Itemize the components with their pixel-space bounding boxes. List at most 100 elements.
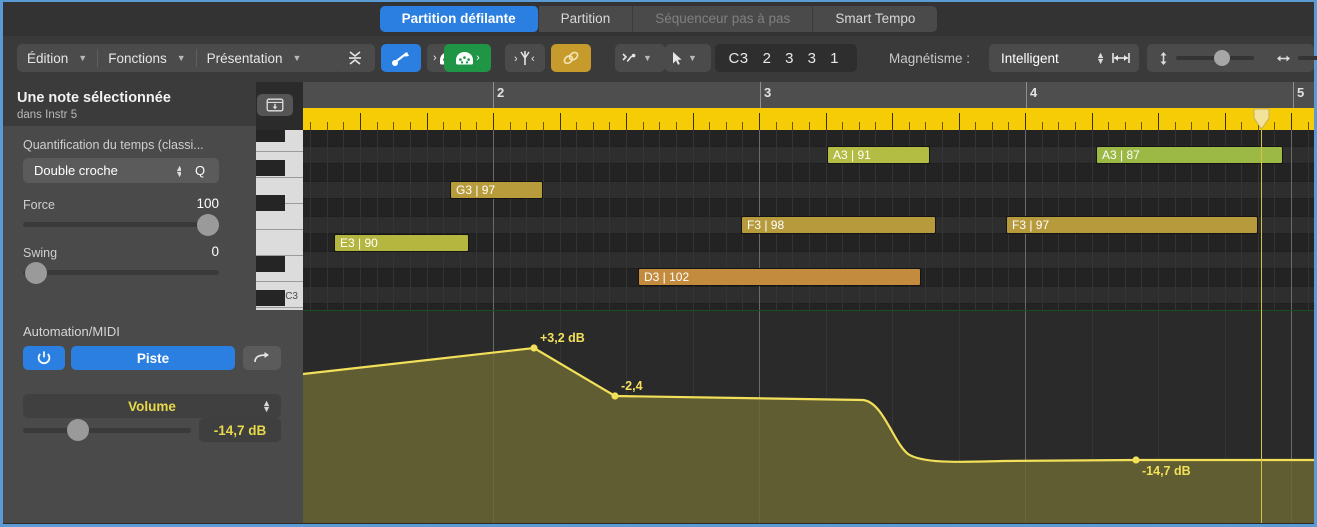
midi-note[interactable]: A3 | 87 bbox=[1096, 146, 1283, 164]
automation-arrow-button[interactable] bbox=[243, 346, 281, 370]
beat-tick bbox=[1025, 113, 1026, 130]
position-note: C3 bbox=[728, 50, 748, 67]
grid-line bbox=[360, 130, 361, 310]
midi-out-button[interactable]: › bbox=[444, 44, 491, 72]
editor-tab-group: Partition défilante Partition Séquenceur… bbox=[380, 6, 938, 32]
piano-black-key[interactable] bbox=[256, 290, 285, 306]
inspector-body: Quantification du temps (classi... Doubl… bbox=[3, 126, 256, 310]
bar-number: 4 bbox=[1026, 85, 1037, 100]
collapse-button[interactable] bbox=[335, 44, 375, 72]
inspector-header-button[interactable] bbox=[257, 94, 293, 116]
midi-note[interactable]: F3 | 98 bbox=[741, 216, 936, 234]
beat-tick bbox=[1008, 122, 1009, 130]
tab-sequenceur-pas-a-pas[interactable]: Séquenceur pas à pas bbox=[633, 6, 813, 32]
beat-tick bbox=[1225, 113, 1226, 130]
force-slider-knob[interactable] bbox=[197, 214, 219, 236]
grid-line bbox=[959, 130, 960, 310]
beat-tick bbox=[609, 122, 610, 130]
chevron-right-small-icon: › bbox=[476, 52, 480, 64]
zoom-horizontal-slider[interactable] bbox=[1298, 56, 1317, 60]
grid-line bbox=[975, 130, 976, 310]
beat-tick bbox=[427, 113, 428, 130]
automation-lane[interactable]: +3,2 dB-2,4-14,7 dB bbox=[303, 311, 1314, 523]
link-button[interactable] bbox=[551, 44, 591, 72]
beat-tick bbox=[1158, 113, 1159, 130]
beat-ruler[interactable] bbox=[303, 108, 1314, 130]
force-slider[interactable] bbox=[23, 222, 219, 227]
automation-parameter-select[interactable]: Volume ▲▼ bbox=[23, 394, 281, 418]
beat-tick bbox=[493, 113, 494, 130]
automation-mode-button[interactable]: Piste bbox=[71, 346, 235, 370]
grid-line bbox=[510, 130, 511, 310]
midi-note[interactable]: D3 | 102 bbox=[638, 268, 921, 286]
slider-knob[interactable] bbox=[1214, 50, 1230, 66]
beat-tick bbox=[543, 122, 544, 130]
automation-point[interactable] bbox=[530, 344, 537, 351]
beat-tick bbox=[560, 113, 561, 130]
automation-point[interactable] bbox=[611, 392, 618, 399]
velocity-tool-icon bbox=[391, 49, 411, 67]
automation-panel-title: Automation/MIDI bbox=[23, 324, 120, 339]
automation-value-slider[interactable] bbox=[23, 428, 191, 433]
grid-line bbox=[377, 130, 378, 310]
beat-tick bbox=[1241, 122, 1242, 130]
tab-smart-tempo[interactable]: Smart Tempo bbox=[813, 6, 937, 32]
beat-tick bbox=[1108, 122, 1109, 130]
beat-tick bbox=[1274, 122, 1275, 130]
automation-curve[interactable] bbox=[303, 311, 1314, 523]
menu-edition[interactable]: Édition ▼ bbox=[17, 44, 97, 72]
piano-black-key[interactable] bbox=[256, 195, 285, 211]
automation-point[interactable] bbox=[1132, 456, 1139, 463]
right-tool-selector[interactable]: ▼ bbox=[665, 44, 711, 72]
piano-keyboard[interactable]: C3 bbox=[256, 130, 303, 310]
piano-roll-grid[interactable]: E3 | 90 G3 | 97 D3 | 102 F3 | 98 A3 | 91 F3 |… bbox=[303, 130, 1314, 310]
menu-presentation[interactable]: Présentation ▼ bbox=[197, 44, 312, 72]
automation-point-label: +3,2 dB bbox=[540, 331, 585, 345]
beat-tick bbox=[975, 122, 976, 130]
piano-black-key[interactable] bbox=[256, 256, 285, 272]
automation-power-button[interactable] bbox=[23, 346, 65, 370]
brush-tool-icon bbox=[621, 51, 638, 66]
beat-tick bbox=[726, 122, 727, 130]
bar-number: 3 bbox=[760, 85, 771, 100]
automation-value-slider-knob[interactable] bbox=[67, 419, 89, 441]
grid-line bbox=[576, 130, 577, 310]
swing-slider[interactable] bbox=[23, 270, 219, 275]
chevron-down-icon: ▼ bbox=[643, 53, 652, 63]
split-notes-button[interactable]: › ‹ bbox=[505, 44, 545, 72]
grid-line bbox=[493, 130, 494, 310]
beat-tick bbox=[992, 122, 993, 130]
tab-partition[interactable]: Partition bbox=[539, 6, 634, 32]
midi-note[interactable]: A3 | 91 bbox=[827, 146, 930, 164]
tab-partition-defilante[interactable]: Partition défilante bbox=[380, 6, 539, 32]
grid-line bbox=[526, 130, 527, 310]
midi-note[interactable]: F3 | 97 bbox=[1006, 216, 1258, 234]
beat-tick bbox=[476, 122, 477, 130]
left-tool-selector[interactable]: ▼ bbox=[615, 44, 665, 72]
automation-value-display: -14,7 dB bbox=[199, 418, 281, 442]
beat-tick bbox=[809, 122, 810, 130]
menu-fonctions-label: Fonctions bbox=[108, 51, 167, 66]
swing-slider-knob[interactable] bbox=[25, 262, 47, 284]
piano-black-key[interactable] bbox=[256, 130, 285, 142]
beat-tick bbox=[1092, 113, 1093, 130]
playhead-handle[interactable] bbox=[1253, 108, 1270, 130]
snap-select[interactable]: Intelligent ▲▼ bbox=[989, 44, 1113, 72]
bar-ruler[interactable]: 2345 bbox=[303, 82, 1314, 108]
piano-white-key[interactable] bbox=[256, 230, 303, 256]
quantize-q-button[interactable]: Q bbox=[181, 158, 219, 183]
midi-note[interactable]: G3 | 97 bbox=[450, 181, 543, 199]
piano-black-key[interactable] bbox=[256, 160, 285, 176]
position-display[interactable]: C3 2 3 3 1 bbox=[715, 44, 857, 72]
menu-fonctions[interactable]: Fonctions ▼ bbox=[98, 44, 195, 72]
piano-key-label: C3 bbox=[285, 291, 298, 302]
zoom-vertical-slider[interactable] bbox=[1176, 56, 1254, 60]
zoom-horizontal-control[interactable] bbox=[1265, 44, 1317, 72]
quantize-select[interactable]: Double croche ▲▼ bbox=[23, 158, 191, 183]
midi-note[interactable]: E3 | 90 bbox=[334, 234, 469, 252]
fit-to-window-button[interactable] bbox=[1103, 44, 1139, 72]
velocity-tool-button[interactable] bbox=[381, 44, 421, 72]
zoom-vertical-control[interactable] bbox=[1147, 44, 1265, 72]
automation-point-label: -14,7 dB bbox=[1142, 464, 1191, 478]
grid-line bbox=[992, 130, 993, 310]
